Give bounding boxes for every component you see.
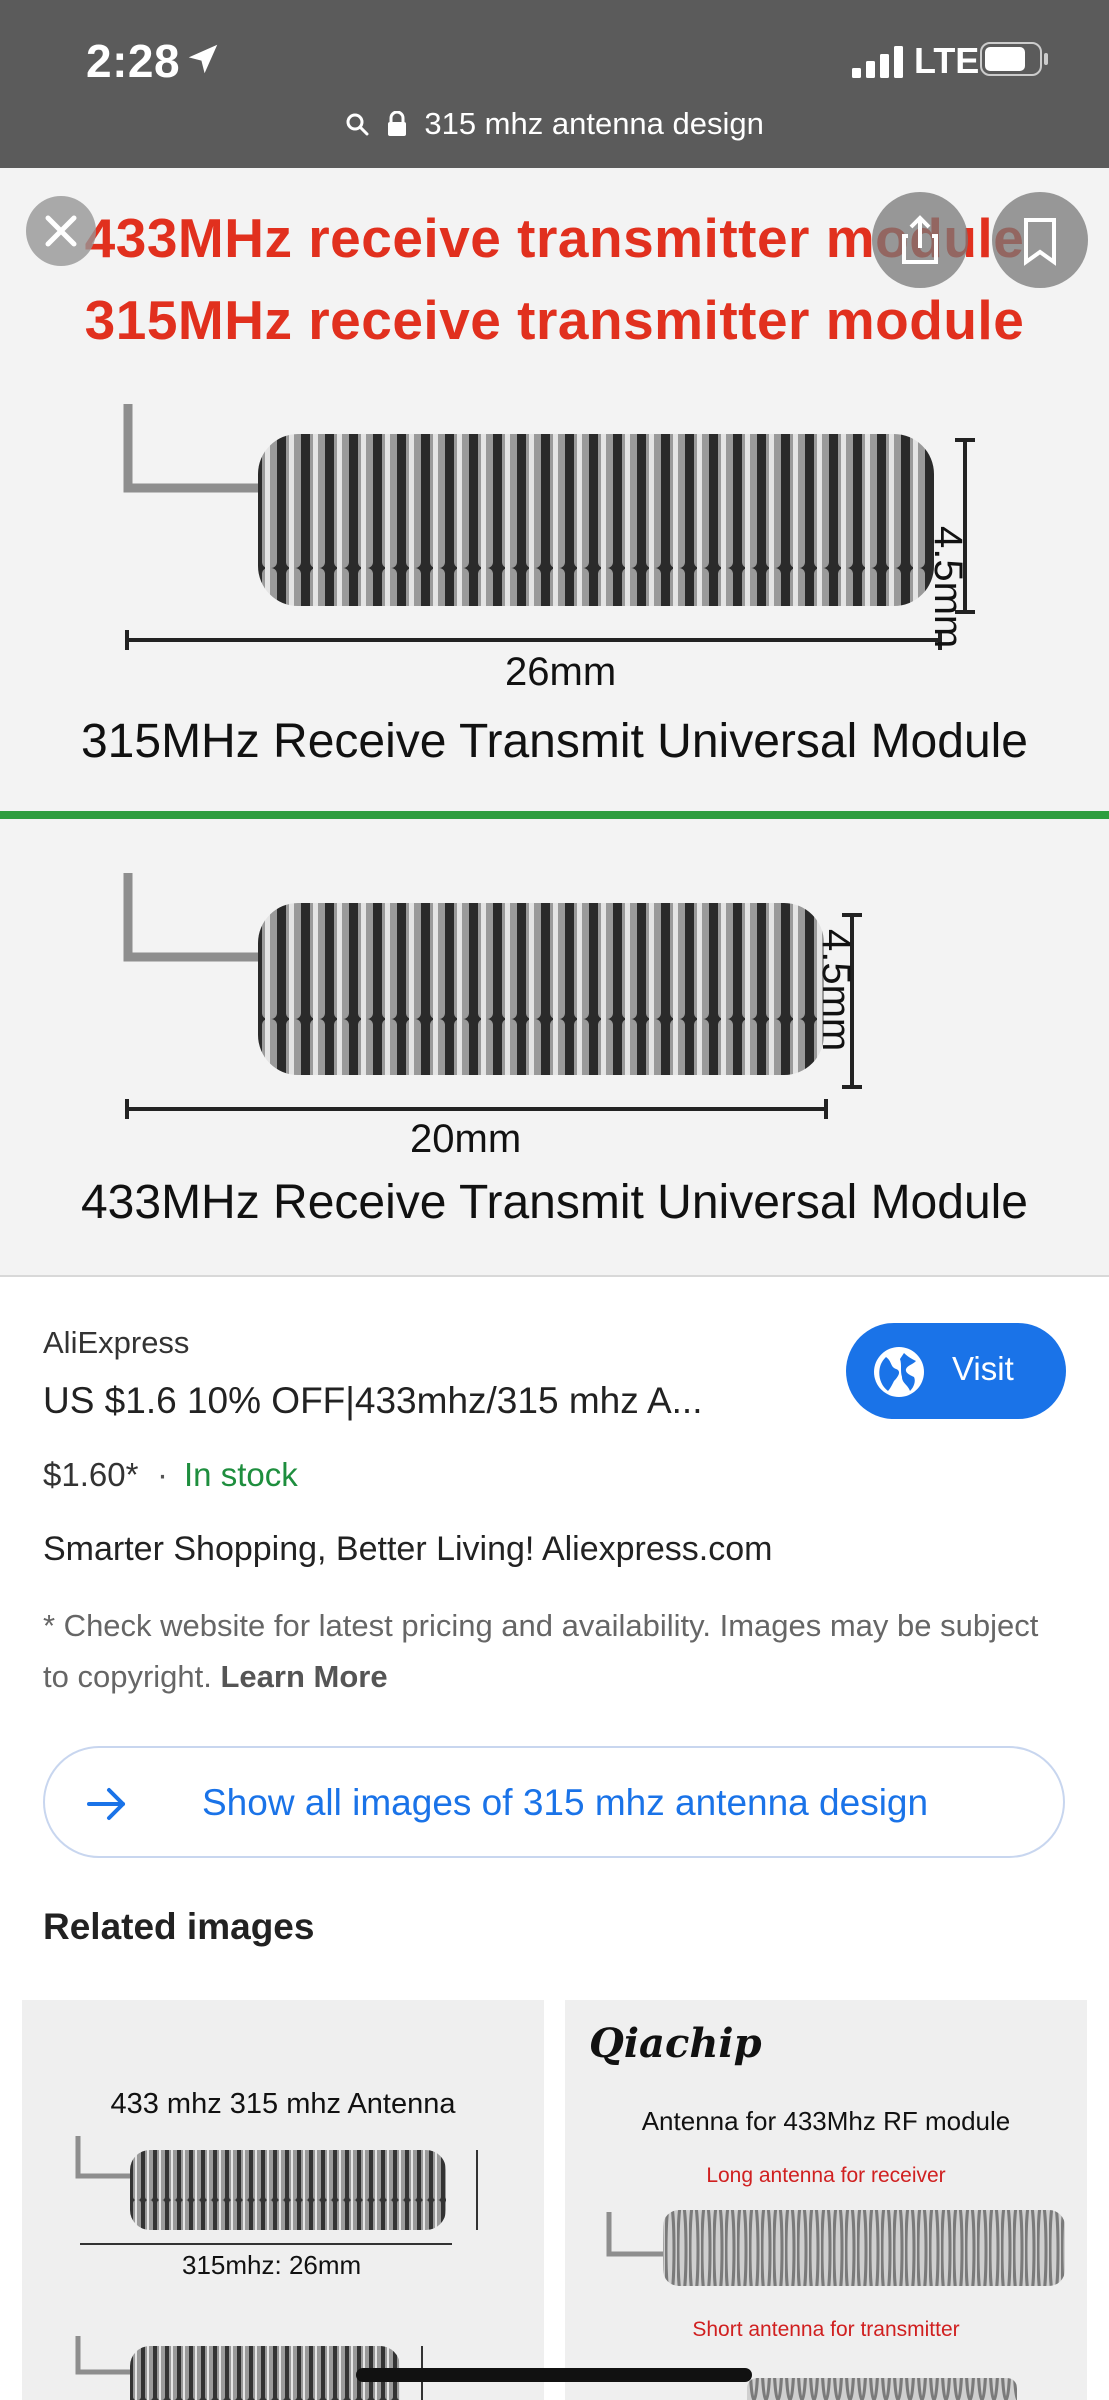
show-all-images-button[interactable]: Show all images of 315 mhz antenna desig… bbox=[43, 1746, 1065, 1858]
learn-more-link[interactable]: Learn More bbox=[221, 1659, 388, 1694]
save-button[interactable] bbox=[992, 192, 1088, 288]
image-caption-lower: 433MHz Receive Transmit Universal Module bbox=[80, 1176, 1028, 1229]
height-label: 4.5mm bbox=[926, 526, 970, 649]
height-label-lower: 4.5mm bbox=[814, 929, 858, 1052]
network-type: LTE bbox=[914, 40, 980, 81]
image-divider bbox=[0, 811, 1109, 819]
preview-image-lower[interactable]: 4.5mm 20mm 433MHz Receive Transmit Unive… bbox=[0, 819, 1109, 1277]
battery-icon bbox=[980, 42, 1048, 76]
related-images-heading: Related images bbox=[43, 1906, 315, 1947]
thumb1-antenna-drawing bbox=[75, 2136, 478, 2400]
lock-icon bbox=[387, 110, 406, 136]
disclaimer-body: * Check website for latest pricing and a… bbox=[43, 1608, 1039, 1694]
related-image-1[interactable]: 433 mhz 315 mhz Antenna 315mhz: 26mm bbox=[22, 2000, 544, 2400]
visit-label: Visit bbox=[952, 1350, 1014, 1387]
search-icon bbox=[346, 113, 369, 136]
thumb1-caption: 315mhz: 26mm bbox=[182, 2250, 362, 2280]
visit-button[interactable]: Visit bbox=[846, 1323, 1066, 1419]
address-query: 315 mhz antenna design bbox=[424, 105, 764, 141]
location-arrow-icon bbox=[188, 44, 218, 74]
globe-icon bbox=[874, 1347, 924, 1397]
signal-icon bbox=[852, 46, 903, 78]
thumb2-line2: Short antenna for transmitter bbox=[692, 2318, 960, 2341]
result-price: $1.60* bbox=[43, 1456, 139, 1493]
status-time: 2:28 bbox=[86, 35, 181, 87]
google-images-preview-screen: 2:28 LTE 315 mhz antenna design 433MHz r… bbox=[0, 0, 1109, 2400]
status-bar: 2:28 LTE 315 mhz antenna design bbox=[0, 0, 1109, 168]
price-separator: · bbox=[157, 1456, 168, 1493]
close-icon bbox=[45, 215, 77, 247]
related-image-2[interactable]: Qiachip Antenna for 433Mhz RF module Lon… bbox=[565, 2000, 1087, 2400]
length-label-lower: 20mm bbox=[410, 1117, 522, 1161]
image-caption: 315MHz Receive Transmit Universal Module bbox=[80, 715, 1028, 768]
home-indicator[interactable] bbox=[356, 2368, 752, 2382]
share-icon bbox=[902, 215, 938, 264]
show-all-label: Show all images of 315 mhz antenna desig… bbox=[202, 1782, 929, 1823]
bookmark-icon bbox=[1024, 218, 1056, 266]
share-button[interactable] bbox=[872, 192, 968, 288]
close-button[interactable] bbox=[26, 196, 96, 266]
stock-status: In stock bbox=[184, 1456, 298, 1493]
result-source: AliExpress bbox=[43, 1325, 190, 1360]
disclaimer-text: * Check website for latest pricing and a… bbox=[43, 1600, 1053, 1702]
result-tagline: Smarter Shopping, Better Living! Aliexpr… bbox=[43, 1530, 773, 1568]
address-bar[interactable]: 315 mhz antenna design bbox=[0, 104, 1109, 150]
length-label: 26mm bbox=[505, 650, 617, 694]
result-title[interactable]: US $1.6 10% OFF|433mhz/315 mhz A... bbox=[43, 1380, 702, 1422]
arrow-right-icon bbox=[87, 1788, 125, 1820]
preview-image[interactable]: 433MHz receive transmitter module 315MHz… bbox=[0, 168, 1109, 811]
